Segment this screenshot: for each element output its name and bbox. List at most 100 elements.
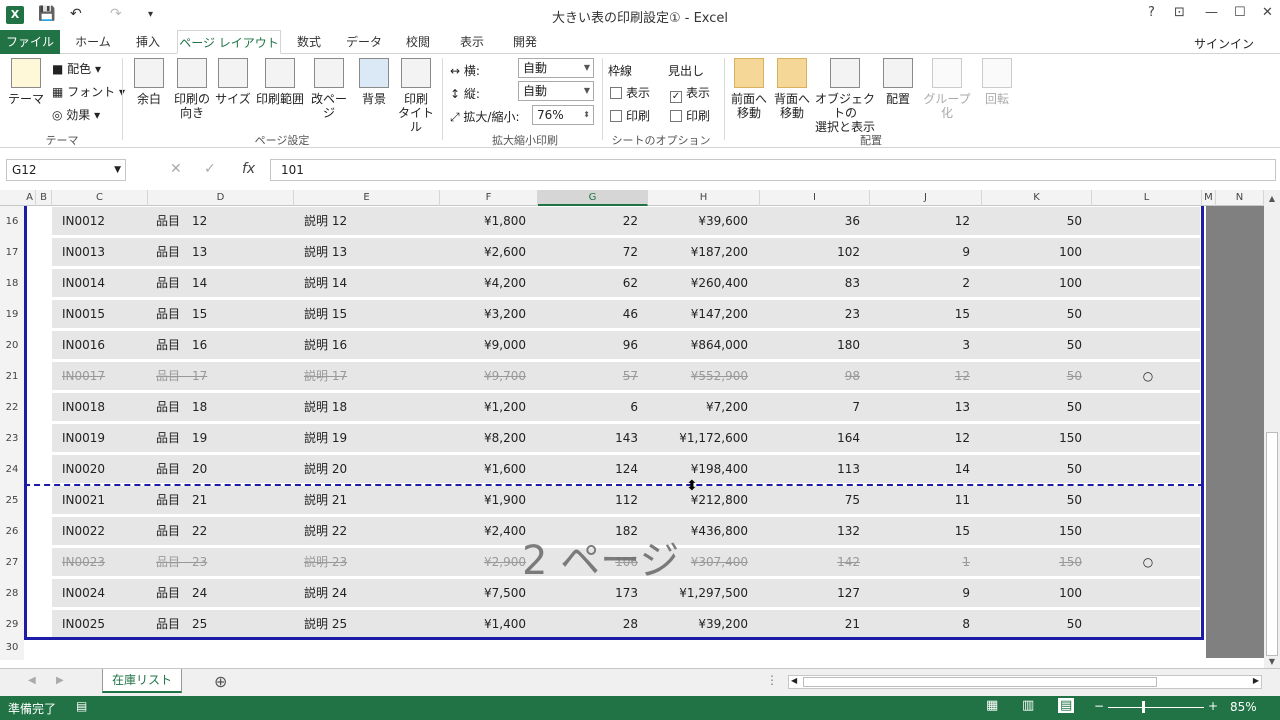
cell-desc[interactable]: 説明 19 — [304, 424, 424, 452]
cell-k[interactable]: 150 — [982, 424, 1082, 452]
fonts-button[interactable]: ▦ フォント ▾ — [52, 83, 125, 100]
cell-desc[interactable]: 説明 14 — [304, 269, 424, 297]
cell-mark[interactable] — [1092, 238, 1204, 266]
cell-price[interactable]: ¥1,200 — [440, 393, 526, 421]
cell-qty[interactable]: 112 — [538, 486, 638, 514]
selection-pane-button[interactable]: オブジェクトの 選択と表示 — [814, 58, 876, 134]
cell-j[interactable]: 8 — [870, 610, 970, 638]
cell-j[interactable]: 11 — [870, 486, 970, 514]
cell-item[interactable]: 品目 16 — [156, 331, 276, 359]
zoom-in-icon[interactable]: + — [1208, 699, 1218, 713]
horizontal-scroll-thumb[interactable] — [803, 677, 1157, 687]
cell-amount[interactable]: ¥39,200 — [648, 610, 748, 638]
cell-mark[interactable]: ○ — [1092, 362, 1204, 390]
cell-j[interactable]: 12 — [870, 424, 970, 452]
cell-price[interactable]: ¥2,900 — [440, 548, 526, 576]
cell-desc[interactable]: 説明 24 — [304, 579, 424, 607]
cell-desc[interactable]: 説明 25 — [304, 610, 424, 638]
cell-id[interactable]: IN0025 — [62, 610, 142, 638]
print-area-button[interactable]: 印刷範囲 — [254, 58, 306, 106]
cell-mark[interactable] — [1092, 393, 1204, 421]
cell-mark[interactable] — [1092, 300, 1204, 328]
cell-id[interactable]: IN0020 — [62, 455, 142, 483]
column-header-n[interactable]: N — [1216, 190, 1264, 206]
cell-j[interactable]: 2 — [870, 269, 970, 297]
table-row[interactable]: IN0013 品目 13 説明 13 ¥2,600 72 ¥187,200 102 9 100 — [52, 238, 1200, 266]
tab-formulas[interactable]: 数式 — [286, 30, 332, 54]
cell-qty[interactable]: 143 — [538, 424, 638, 452]
cell-desc[interactable]: 説明 16 — [304, 331, 424, 359]
cell-k[interactable]: 50 — [982, 362, 1082, 390]
cell-id[interactable]: IN0019 — [62, 424, 142, 452]
row-header[interactable]: 21 — [0, 361, 24, 392]
tab-view[interactable]: 表示 — [448, 30, 496, 54]
sheet-prev-icon[interactable]: ◀ — [28, 675, 36, 686]
cell-j[interactable]: 1 — [870, 548, 970, 576]
cell-price[interactable]: ¥4,200 — [440, 269, 526, 297]
table-row[interactable]: IN0020 品目 20 説明 20 ¥1,600 124 ¥198,400 113 14 50 — [52, 455, 1200, 483]
zoom-out-icon[interactable]: − — [1094, 699, 1104, 713]
row-header[interactable]: 26 — [0, 516, 24, 547]
scroll-down-icon[interactable]: ▼ — [1264, 657, 1280, 666]
gridlines-view-checkbox[interactable]: 表示 — [610, 84, 650, 101]
row-header[interactable]: 24 — [0, 454, 24, 485]
table-row[interactable]: IN0014 品目 14 説明 14 ¥4,200 62 ¥260,400 83 2 100 — [52, 269, 1200, 297]
enter-icon[interactable]: ✓ — [204, 161, 216, 177]
cell-amount[interactable]: ¥147,200 — [648, 300, 748, 328]
cell-desc[interactable]: 説明 13 — [304, 238, 424, 266]
cell-item[interactable]: 品目 21 — [156, 486, 276, 514]
cell-id[interactable]: IN0023 — [62, 548, 142, 576]
row-header[interactable]: 22 — [0, 392, 24, 423]
cell-price[interactable]: ¥1,900 — [440, 486, 526, 514]
cell-amount[interactable]: ¥187,200 — [648, 238, 748, 266]
row-header[interactable]: 27 — [0, 547, 24, 578]
cell-item[interactable]: 品目 18 — [156, 393, 276, 421]
cell-mark[interactable] — [1092, 517, 1204, 545]
tab-developer[interactable]: 開発 — [502, 30, 548, 54]
cell-amount[interactable]: ¥39,600 — [648, 207, 748, 235]
cell-i[interactable]: 164 — [760, 424, 860, 452]
cell-id[interactable]: IN0018 — [62, 393, 142, 421]
cell-k[interactable]: 50 — [982, 331, 1082, 359]
name-box[interactable]: G12 ▼ — [6, 159, 126, 181]
row-header[interactable]: 29 — [0, 609, 24, 640]
minimize-icon[interactable]: — — [1205, 5, 1218, 20]
split-handle-icon[interactable]: ⋮ — [766, 673, 778, 687]
cell-price[interactable]: ¥8,200 — [440, 424, 526, 452]
cell-mark[interactable] — [1092, 331, 1204, 359]
cell-id[interactable]: IN0021 — [62, 486, 142, 514]
tab-review[interactable]: 校閲 — [394, 30, 442, 54]
cell-mark[interactable] — [1092, 610, 1204, 638]
scroll-left-icon[interactable]: ◀ — [791, 676, 797, 685]
cell-k[interactable]: 100 — [982, 238, 1082, 266]
column-header-f[interactable]: F — [440, 190, 538, 206]
group-objects-button[interactable]: グループ化 — [920, 58, 974, 120]
effects-button[interactable]: ◎ 効果 ▾ — [52, 106, 100, 123]
cell-price[interactable]: ¥9,000 — [440, 331, 526, 359]
width-select[interactable]: 自動 ▼ — [518, 58, 594, 78]
cell-price[interactable]: ¥9,700 — [440, 362, 526, 390]
cell-price[interactable]: ¥1,600 — [440, 455, 526, 483]
cell-desc[interactable]: 説明 17 — [304, 362, 424, 390]
tab-file[interactable]: ファイル — [0, 30, 60, 54]
headings-view-checkbox[interactable]: ✓ 表示 — [670, 84, 710, 103]
cell-i[interactable]: 23 — [760, 300, 860, 328]
column-header-e[interactable]: E — [294, 190, 440, 206]
cell-amount[interactable]: ¥198,400 — [648, 455, 748, 483]
row-header[interactable]: 25 — [0, 485, 24, 516]
cell-qty[interactable]: 46 — [538, 300, 638, 328]
cell-k[interactable]: 150 — [982, 548, 1082, 576]
cell-k[interactable]: 50 — [982, 610, 1082, 638]
row-header[interactable]: 19 — [0, 299, 24, 330]
cell-i[interactable]: 180 — [760, 331, 860, 359]
column-header-h[interactable]: H — [648, 190, 760, 206]
cell-j[interactable]: 3 — [870, 331, 970, 359]
cell-desc[interactable]: 説明 23 — [304, 548, 424, 576]
row-header[interactable]: 18 — [0, 268, 24, 299]
help-icon[interactable]: ? — [1148, 5, 1155, 20]
cell-desc[interactable]: 説明 15 — [304, 300, 424, 328]
table-row[interactable]: IN0025 品目 25 説明 25 ¥1,400 28 ¥39,200 21 8 50 — [52, 610, 1200, 638]
page-break-view-icon[interactable]: ▤ — [1058, 698, 1075, 713]
cell-j[interactable]: 12 — [870, 362, 970, 390]
cell-item[interactable]: 品目 24 — [156, 579, 276, 607]
